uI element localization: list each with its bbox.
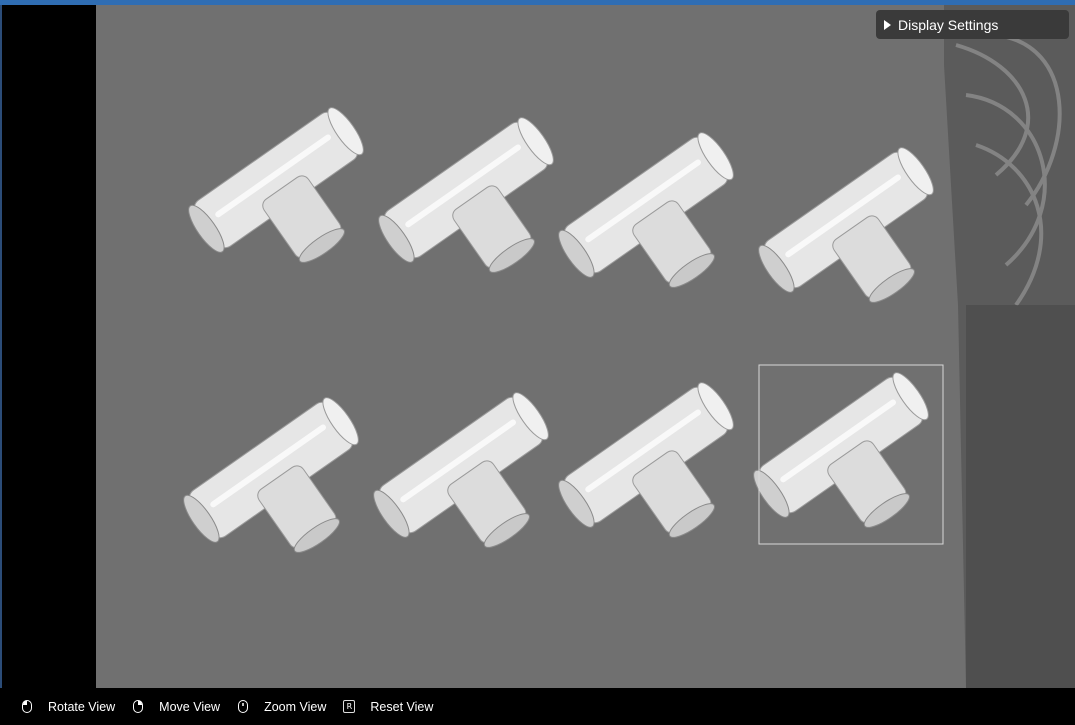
3d-viewer-window: Display Settings Rotate View Move View Z… <box>0 0 1075 725</box>
display-settings-label: Display Settings <box>898 16 999 33</box>
hint-reset-view: R Reset View <box>342 700 433 714</box>
camera-viewport[interactable] <box>96 5 1075 688</box>
hint-zoom-view: Zoom View <box>236 700 326 714</box>
hint-move-view: Move View <box>131 700 220 714</box>
mouse-wheel-icon <box>236 700 250 714</box>
r-key-icon: R <box>342 700 356 714</box>
camera-image <box>96 5 1075 688</box>
mouse-left-icon <box>20 700 34 714</box>
mouse-right-icon <box>131 700 145 714</box>
hint-label: Move View <box>159 699 221 714</box>
hint-rotate-view: Rotate View <box>20 700 115 714</box>
hint-label: Rotate View <box>48 699 116 714</box>
hint-label: Zoom View <box>264 699 327 714</box>
status-bar: Rotate View Move View Zoom View R Reset … <box>0 688 1075 725</box>
window-left-border <box>0 5 2 688</box>
display-settings-toggle[interactable]: Display Settings <box>876 10 1069 39</box>
hint-label: Reset View <box>370 699 434 714</box>
triangle-right-icon <box>884 19 891 30</box>
